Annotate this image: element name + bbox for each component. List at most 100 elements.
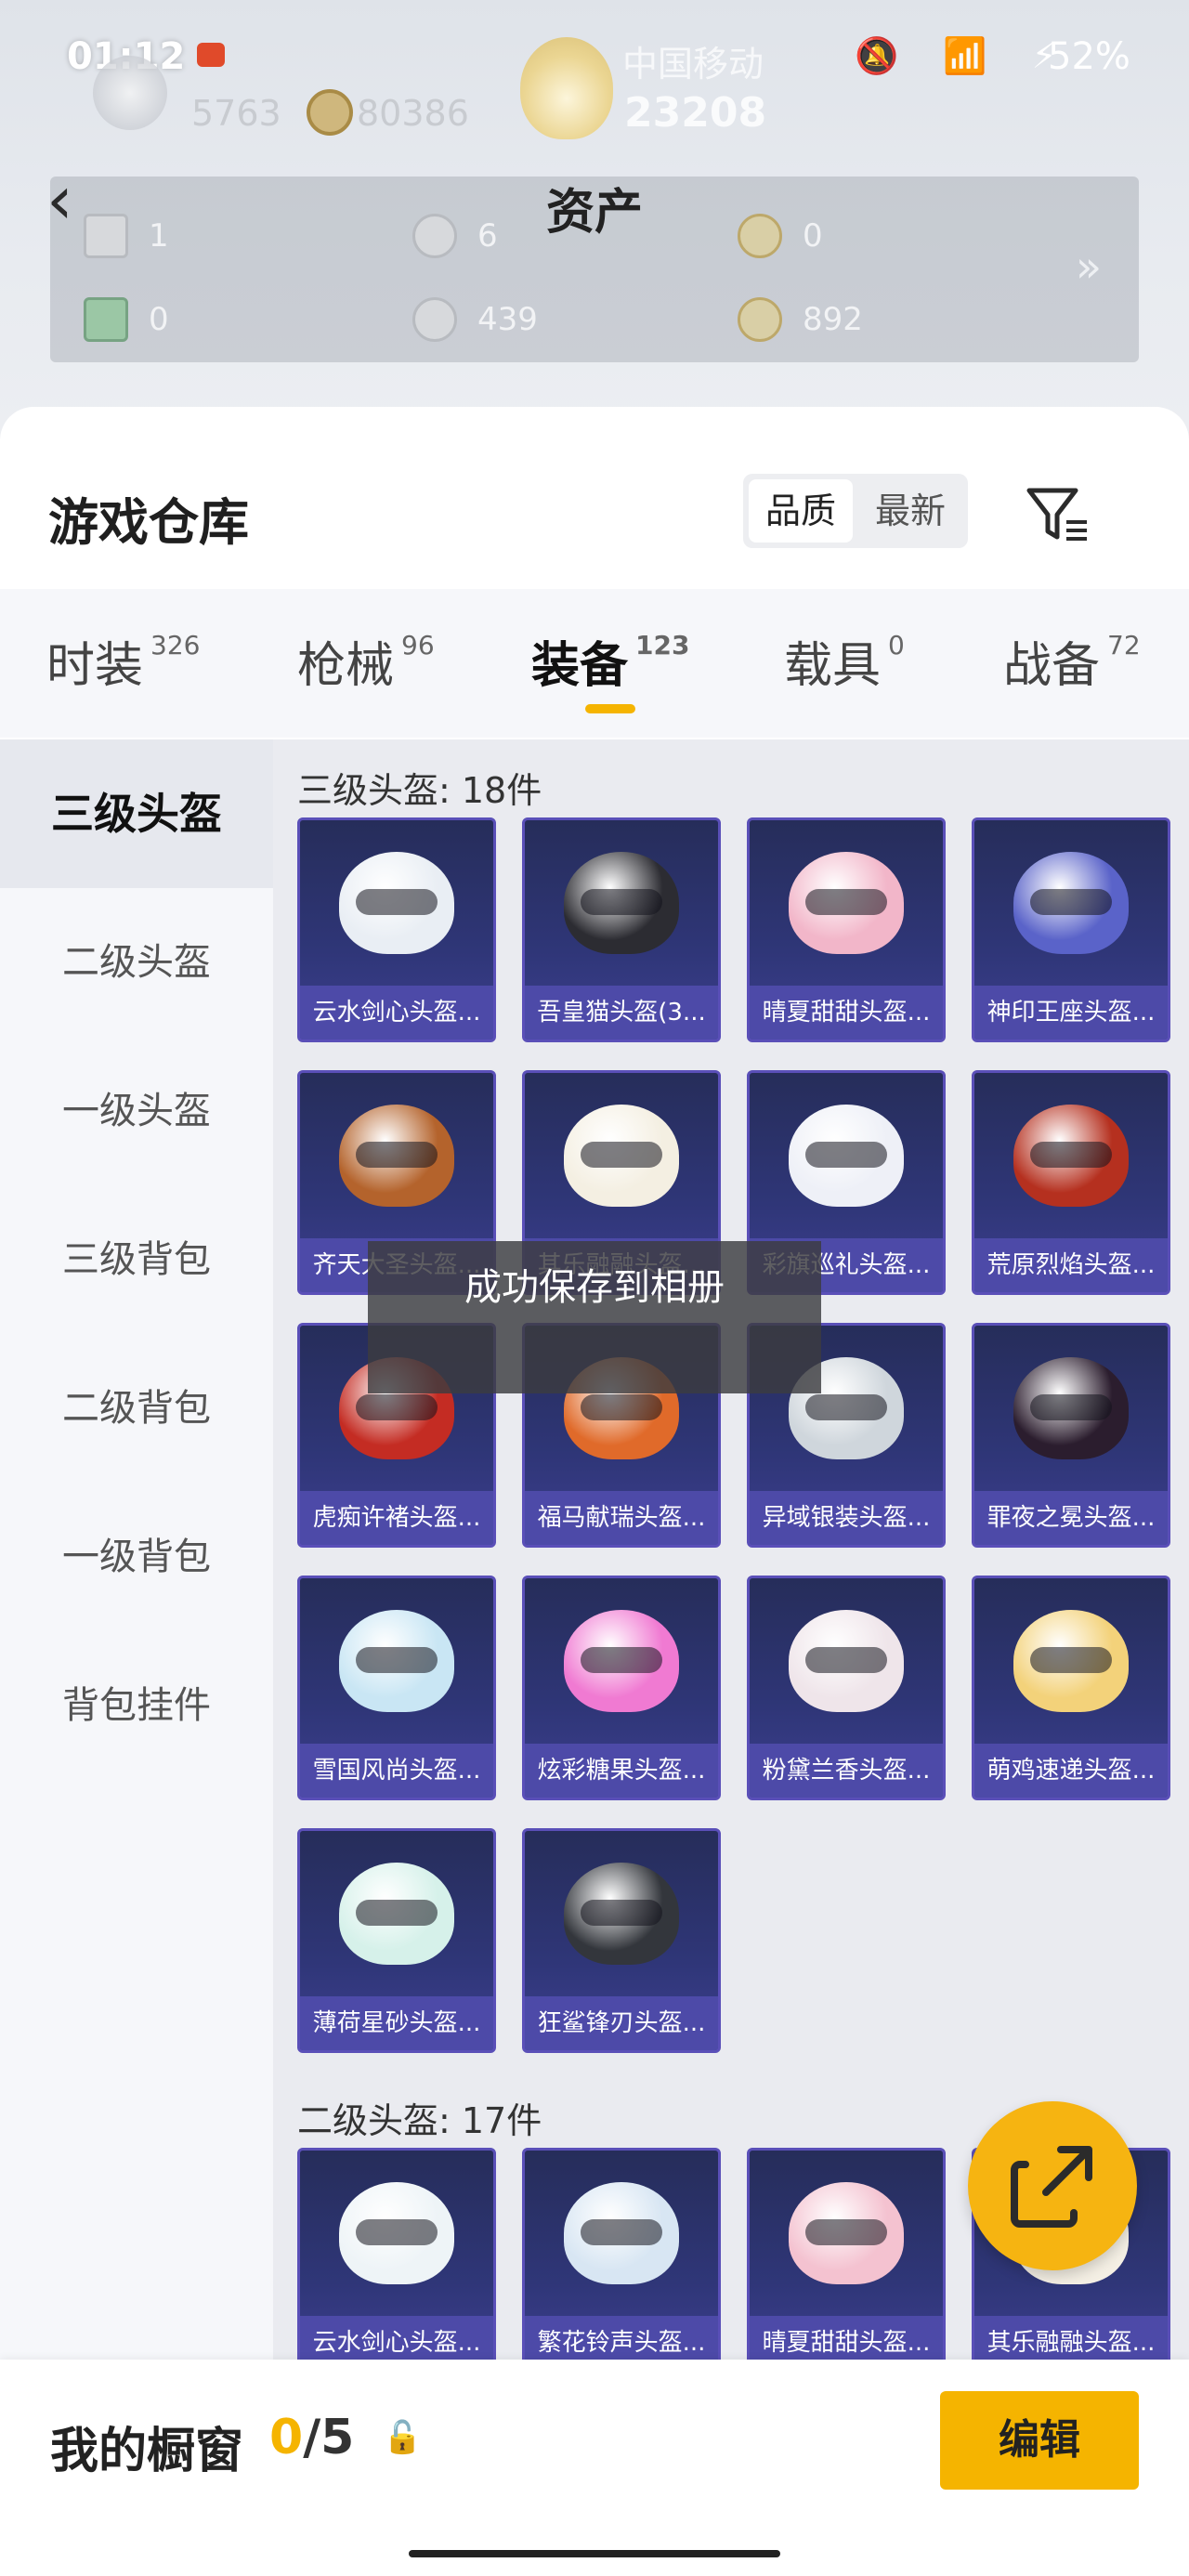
helmet-item-card[interactable]: 狂鲨锋刃头盔... bbox=[522, 1828, 721, 2053]
helmet-icon bbox=[339, 1610, 454, 1712]
helmet-item-card[interactable]: 萌鸡速递头盔... bbox=[972, 1576, 1170, 1800]
green-ticket-icon bbox=[84, 297, 128, 342]
hero-background: 01:12 5763 80386 中国移动 23208 🔕 📶 ⚡ 52% 1 … bbox=[0, 0, 1189, 437]
showcase-title: 我的橱窗 bbox=[50, 2424, 244, 2479]
item-label: 雪国风尚头盔... bbox=[300, 1744, 493, 1798]
subcategory-sidebar: 三级头盔 二级头盔 一级头盔 三级背包 二级背包 一级背包 背包挂件 bbox=[0, 739, 273, 2576]
asset-value: 892 bbox=[803, 301, 863, 338]
showcase-count: 0/5 bbox=[269, 2410, 354, 2465]
tab-label: 枪械 bbox=[297, 638, 395, 694]
helmet-icon bbox=[564, 1105, 679, 1207]
tab-label: 时装 bbox=[46, 638, 144, 694]
tab-firearms[interactable]: 枪械 96 bbox=[297, 626, 435, 696]
helmet-icon bbox=[339, 1105, 454, 1207]
tab-count: 0 bbox=[888, 630, 905, 660]
helmet-item-card[interactable]: 荒原烈焰头盔... bbox=[972, 1070, 1170, 1295]
sort-by-newest[interactable]: 最新 bbox=[858, 479, 962, 543]
item-label: 炫彩糖果头盔... bbox=[525, 1744, 718, 1798]
helmet-item-card[interactable]: 炫彩糖果头盔... bbox=[522, 1576, 721, 1800]
sidebar-item-level3-helmet[interactable]: 三级头盔 bbox=[0, 739, 273, 888]
helmet-icon bbox=[564, 2182, 679, 2284]
helmet-icon bbox=[789, 2182, 904, 2284]
item-grid: 三级头盔: 18件 二级头盔: 17件 云水剑心头盔... 吾皇猫头盔(3... 晴… bbox=[273, 739, 1189, 2576]
helmet-item-card[interactable]: 雪国风尚头盔... bbox=[297, 1576, 496, 1800]
asset-item: 0 bbox=[84, 297, 169, 342]
sidebar-item-level2-backpack[interactable]: 二级背包 bbox=[0, 1334, 273, 1483]
section-title-level3-helmet: 三级头盔: 18件 bbox=[297, 770, 542, 811]
showcase-current: 0 bbox=[269, 2410, 304, 2465]
helmet-item-card[interactable]: 吾皇猫头盔(3... bbox=[522, 817, 721, 1042]
helmet-icon bbox=[564, 1610, 679, 1712]
home-indicator bbox=[409, 2550, 780, 2557]
helmet-icon bbox=[564, 1863, 679, 1965]
page-title: 资产 bbox=[545, 185, 643, 241]
asset-value: 439 bbox=[477, 301, 538, 338]
battery-percent: 52% bbox=[1048, 35, 1130, 78]
flame-rank-icon bbox=[520, 37, 613, 139]
edit-button[interactable]: 编辑 bbox=[940, 2391, 1139, 2490]
medal-icon bbox=[307, 89, 353, 136]
tab-fashion[interactable]: 时装 326 bbox=[46, 626, 200, 696]
helmet-item-card[interactable]: 神印王座头盔... bbox=[972, 817, 1170, 1042]
helmet-item-card[interactable]: 云水剑心头盔... bbox=[297, 817, 496, 1042]
asset-item: 892 bbox=[738, 297, 863, 342]
asset-value: 0 bbox=[149, 301, 169, 338]
tab-count: 72 bbox=[1107, 630, 1141, 660]
sort-by-quality[interactable]: 品质 bbox=[749, 479, 853, 543]
helmet-icon bbox=[1013, 1357, 1129, 1459]
helmet-icon bbox=[339, 1863, 454, 1965]
tab-label: 载具 bbox=[784, 638, 882, 694]
helmet-item-card[interactable]: 薄荷星砂头盔... bbox=[297, 1828, 496, 2053]
helmet-item-card[interactable]: 罪夜之冕头盔... bbox=[972, 1323, 1170, 1548]
sidebar-item-backpack-charm[interactable]: 背包挂件 bbox=[0, 1631, 273, 1780]
lock-icon[interactable]: 🔓 bbox=[383, 2419, 422, 2456]
status-bar: 01:12 5763 80386 中国移动 23208 🔕 📶 ⚡ 52% bbox=[0, 0, 1189, 139]
helmet-icon bbox=[1013, 1610, 1129, 1712]
helmet-item-card[interactable]: 晴夏甜甜头盔... bbox=[747, 2148, 946, 2373]
app-notification-icon bbox=[197, 43, 225, 67]
tab-count: 96 bbox=[401, 630, 435, 660]
toast-message: 成功保存到相册 bbox=[368, 1241, 821, 1393]
sidebar-item-level2-helmet[interactable]: 二级头盔 bbox=[0, 888, 273, 1037]
helmet-icon bbox=[1013, 852, 1129, 954]
item-label: 粉黛兰香头盔... bbox=[750, 1744, 943, 1798]
item-label: 吾皇猫头盔(3... bbox=[525, 986, 718, 1040]
sidebar-item-level1-helmet[interactable]: 一级头盔 bbox=[0, 1037, 273, 1185]
profile-stat-c: 23208 bbox=[624, 89, 767, 137]
helmet-icon bbox=[339, 2182, 454, 2284]
item-label: 狂鲨锋刃头盔... bbox=[525, 1996, 718, 2050]
bronze-coin-icon bbox=[738, 297, 782, 342]
item-label: 晴夏甜甜头盔... bbox=[750, 986, 943, 1040]
share-icon bbox=[1011, 2146, 1092, 2228]
sort-toggle: 品质 最新 bbox=[743, 474, 968, 548]
asset-item: 439 bbox=[412, 297, 538, 342]
sidebar-item-level1-backpack[interactable]: 一级背包 bbox=[0, 1483, 273, 1631]
section-title-level2-helmet: 二级头盔: 17件 bbox=[297, 2100, 542, 2141]
item-label: 福马献瑞头盔... bbox=[525, 1491, 718, 1545]
helmet-icon bbox=[789, 1610, 904, 1712]
item-label: 薄荷星砂头盔... bbox=[300, 1996, 493, 2050]
active-tab-indicator bbox=[585, 704, 635, 713]
item-label: 神印王座头盔... bbox=[974, 986, 1168, 1040]
item-label: 云水剑心头盔... bbox=[300, 986, 493, 1040]
item-label: 罪夜之冕头盔... bbox=[974, 1491, 1168, 1545]
profile-stat-a: 5763 bbox=[191, 93, 281, 134]
category-tabs: 时装 326 枪械 96 装备 123 载具 0 战备 72 bbox=[0, 589, 1189, 738]
helmet-item-card[interactable]: 粉黛兰香头盔... bbox=[747, 1576, 946, 1800]
tab-supplies[interactable]: 战备 72 bbox=[1003, 626, 1141, 696]
share-button[interactable] bbox=[968, 2101, 1137, 2270]
sidebar-item-level3-backpack[interactable]: 三级背包 bbox=[0, 1185, 273, 1334]
tab-equipment[interactable]: 装备 123 bbox=[531, 626, 689, 696]
helmet-item-card[interactable]: 晴夏甜甜头盔... bbox=[747, 817, 946, 1042]
helmet-icon bbox=[789, 852, 904, 954]
tab-label: 装备 bbox=[531, 638, 629, 694]
tab-vehicles[interactable]: 载具 0 bbox=[784, 626, 905, 696]
filter-icon[interactable] bbox=[1022, 477, 1096, 552]
helmet-item-card[interactable]: 云水剑心头盔... bbox=[297, 2148, 496, 2373]
status-carrier: 中国移动 bbox=[622, 44, 764, 85]
item-label: 荒原烈焰头盔... bbox=[974, 1238, 1168, 1292]
showcase-total: /5 bbox=[303, 2410, 355, 2465]
helmet-item-card[interactable]: 繁花铃声头盔... bbox=[522, 2148, 721, 2373]
chevron-right-icon[interactable]: » bbox=[1076, 242, 1102, 292]
helmet-icon bbox=[789, 1105, 904, 1207]
